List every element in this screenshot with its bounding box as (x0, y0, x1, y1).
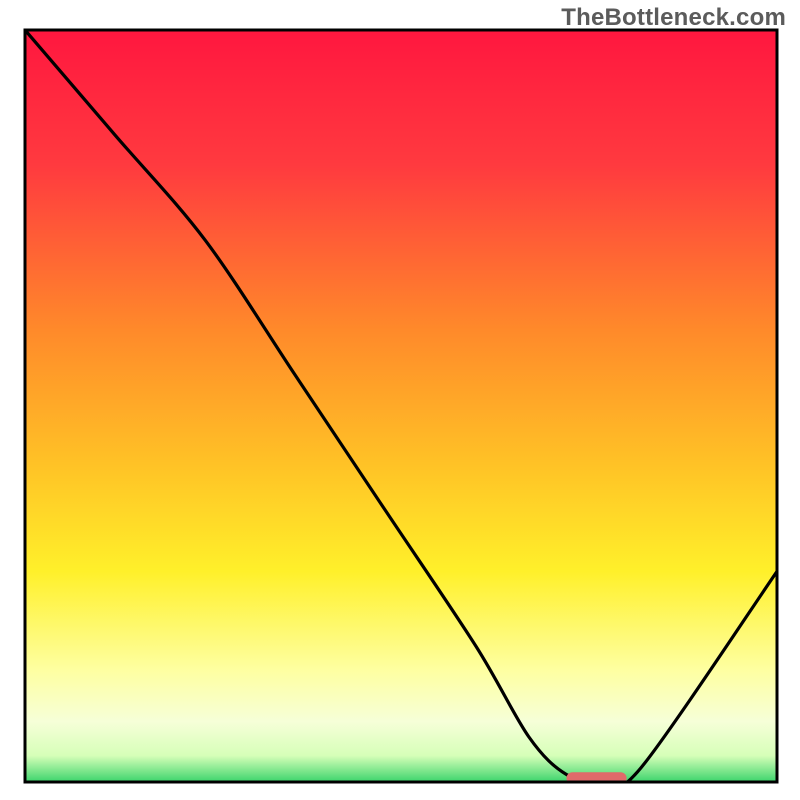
plot-background-gradient (25, 30, 777, 782)
bottleneck-chart (0, 0, 800, 800)
chart-container: TheBottleneck.com (0, 0, 800, 800)
watermark-text: TheBottleneck.com (561, 4, 786, 32)
